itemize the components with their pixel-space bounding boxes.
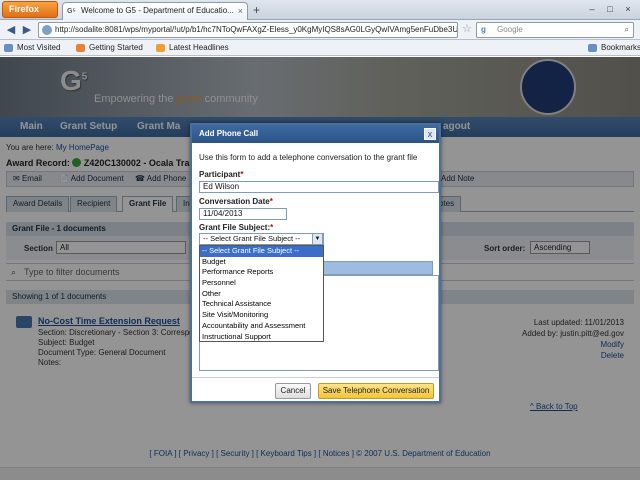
subject-option[interactable]: Performance Reports — [200, 267, 323, 278]
date-label-text: Conversation Date — [199, 197, 270, 206]
bookmark-most-visited[interactable]: Most Visited — [4, 40, 60, 56]
subject-option[interactable]: Technical Assistance — [200, 299, 323, 310]
conversation-date-field[interactable]: 11/04/2013 — [199, 208, 287, 220]
bookmarks-menu[interactable]: Bookmarks — [588, 40, 640, 56]
bookmark-getting-started[interactable]: Getting Started — [76, 40, 143, 56]
g5-favicon-icon: G⁵ — [67, 8, 76, 15]
bookmark-folder-icon — [4, 44, 13, 52]
search-box[interactable]: g Google ⌕ — [476, 22, 634, 38]
bookmark-star-icon[interactable]: ☆ — [462, 22, 472, 35]
save-telephone-conversation-button[interactable]: Save Telephone Conversation — [318, 383, 434, 399]
required-mark: * — [270, 223, 274, 232]
browser-tab[interactable]: G⁵ Welcome to G5 - Department of Educati… — [62, 2, 248, 20]
participant-label-text: Participant — [199, 170, 241, 179]
rss-icon — [156, 44, 165, 52]
subject-option[interactable]: Personnel — [200, 278, 323, 289]
bookmarks-menu-label: Bookmarks — [601, 43, 640, 52]
firefox-menu-label: Firefox — [9, 4, 40, 14]
bookmark-latest-headlines[interactable]: Latest Headlines — [156, 40, 229, 56]
dialog-close-icon[interactable]: x — [424, 128, 436, 140]
search-icon[interactable]: ⌕ — [625, 23, 629, 37]
search-placeholder: Google — [497, 25, 523, 34]
bookmark-label: Getting Started — [89, 43, 143, 52]
tab-title: Welcome to G5 - Department of Educatio..… — [81, 6, 234, 15]
site-identity-icon[interactable] — [42, 25, 52, 35]
google-icon: g — [481, 25, 486, 34]
url-text: http://sodalite:8081/wps/myportal/!ut/p/… — [55, 25, 458, 34]
participant-field[interactable]: Ed Wilson — [199, 181, 439, 193]
maximize-icon[interactable]: □ — [600, 2, 620, 16]
url-bar[interactable]: http://sodalite:8081/wps/myportal/!ut/p/… — [38, 22, 458, 38]
subject-option[interactable]: Accountability and Assessment — [200, 321, 323, 332]
subject-option[interactable]: Instructional Support — [200, 332, 323, 343]
date-label: Conversation Date* — [199, 197, 273, 206]
forward-arrow-icon[interactable]: ▶ — [20, 23, 34, 37]
subject-label-text: Grant File Subject: — [199, 223, 271, 232]
grant-file-subject-select[interactable]: -- Select Grant File Subject -- ▼ — [199, 233, 324, 245]
bookmark-label: Most Visited — [17, 43, 61, 52]
tab-close-icon[interactable]: × — [238, 3, 243, 19]
chevron-down-icon[interactable]: ▼ — [312, 233, 323, 245]
dialog-title: Add Phone Call — [192, 125, 439, 143]
subject-option[interactable]: -- Select Grant File Subject -- — [200, 246, 323, 257]
bookmarks-toolbar: Most Visited Getting Started Latest Head… — [0, 40, 640, 56]
subject-label: Grant File Subject:* — [199, 223, 273, 232]
required-mark: * — [269, 197, 273, 206]
required-mark: * — [240, 170, 244, 179]
new-tab-button[interactable]: + — [253, 3, 260, 17]
firefox-icon — [76, 44, 85, 52]
subject-option[interactable]: Site Visit/Monitoring — [200, 310, 323, 321]
window-close-icon[interactable]: × — [618, 2, 638, 16]
subject-option[interactable]: Other — [200, 289, 323, 300]
bookmark-label: Latest Headlines — [169, 43, 229, 52]
browser-navbar: ◀ ▶ http://sodalite:8081/wps/myportal/!u… — [0, 20, 640, 40]
firefox-menu-button[interactable]: Firefox — [2, 1, 58, 18]
subject-option[interactable]: Budget — [200, 257, 323, 268]
cancel-button[interactable]: Cancel — [275, 383, 311, 399]
dialog-intro: Use this form to add a telephone convers… — [199, 153, 418, 162]
dialog-title-text: Add Phone Call — [199, 129, 259, 138]
subject-select-value: -- Select Grant File Subject -- — [203, 234, 301, 243]
back-arrow-icon[interactable]: ◀ — [4, 23, 18, 37]
minimize-icon[interactable]: – — [582, 2, 602, 16]
participant-label: Participant* — [199, 170, 243, 179]
browser-titlebar: Firefox G⁵ Welcome to G5 - Department of… — [0, 0, 640, 20]
dialog-divider — [192, 377, 439, 378]
subject-dropdown-list: -- Select Grant File Subject -- Budget P… — [199, 245, 324, 342]
bookmarks-icon — [588, 44, 597, 52]
